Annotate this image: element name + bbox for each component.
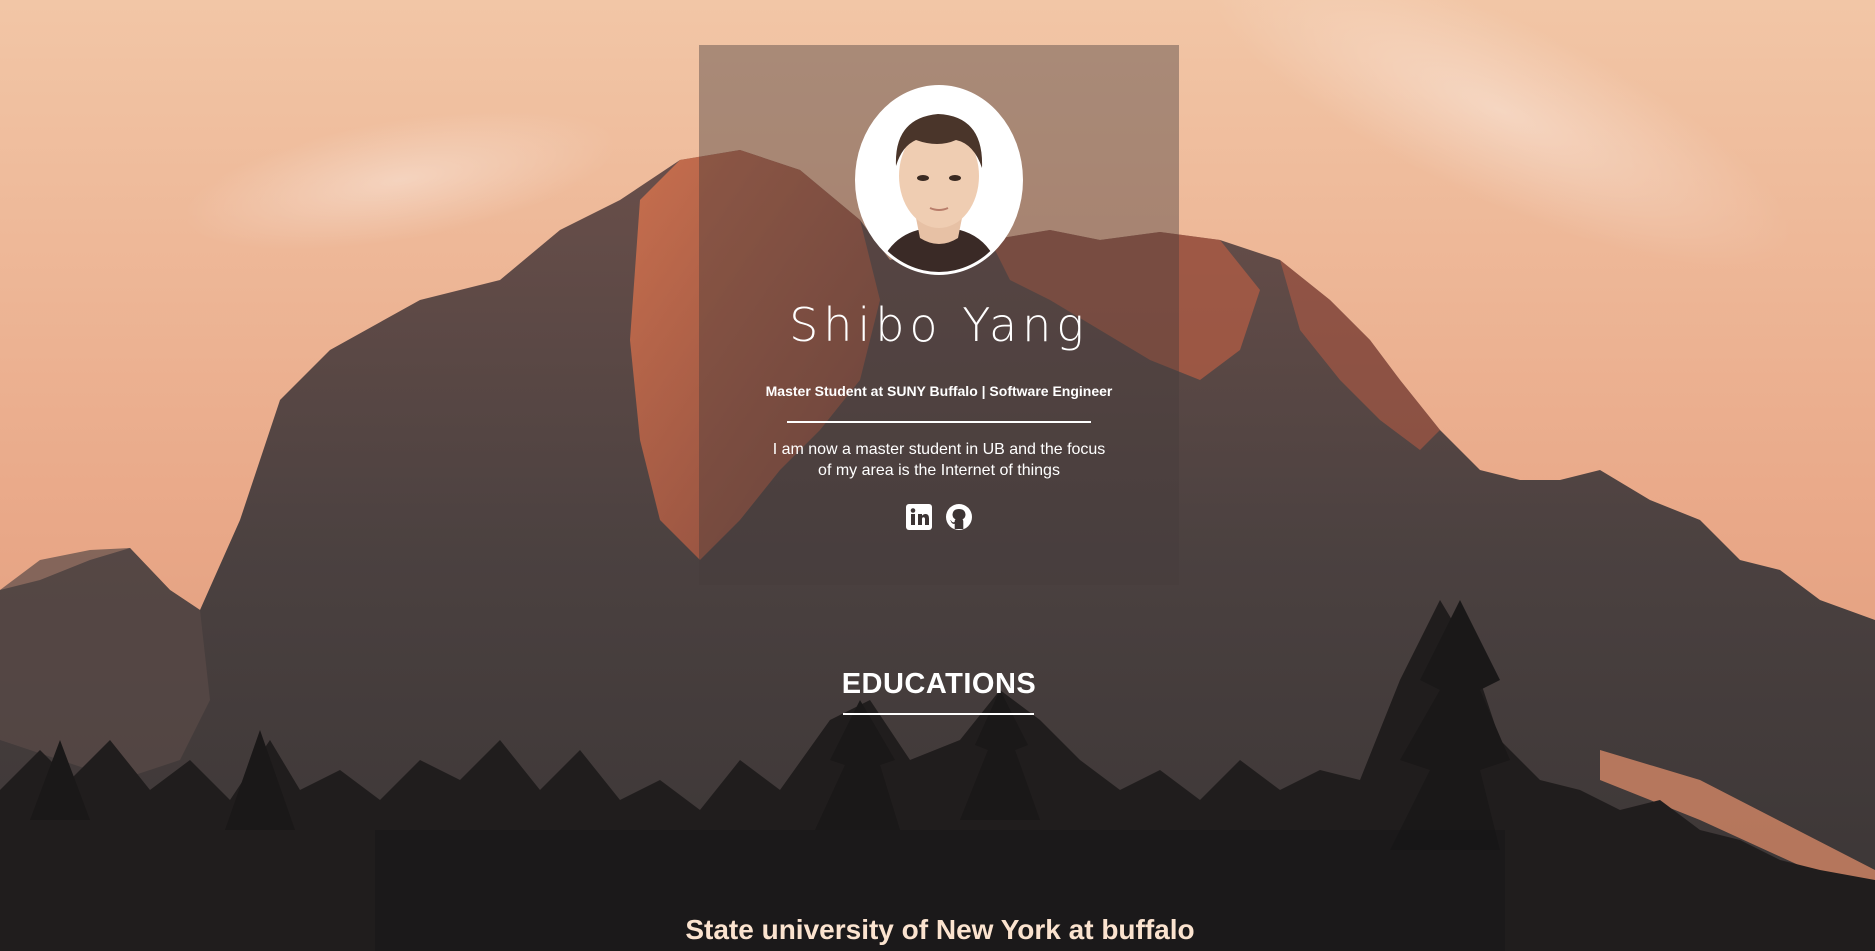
profile-subtitle: Master Student at SUNY Buffalo | Softwar…: [765, 383, 1113, 399]
github-link[interactable]: [944, 502, 974, 532]
profile-bio: I am now a master student in UB and the …: [739, 439, 1139, 481]
bio-line: of my area is the Internet of things: [818, 462, 1060, 479]
github-icon: [946, 504, 972, 530]
education-school-name: State university of New York at buffalo: [685, 914, 1195, 945]
linkedin-icon: [906, 504, 932, 530]
profile-divider: [787, 421, 1091, 423]
bio-line: I am now a master student in UB and the …: [772, 441, 1106, 458]
section-underline: [843, 713, 1034, 715]
profile-name: Shibo Yang: [789, 298, 1089, 352]
social-links: [904, 502, 974, 532]
section-title-educations: EDUCATIONS: [841, 668, 1037, 700]
avatar: [855, 85, 1023, 275]
profile-photo: [858, 88, 1020, 272]
linkedin-link[interactable]: [904, 502, 934, 532]
